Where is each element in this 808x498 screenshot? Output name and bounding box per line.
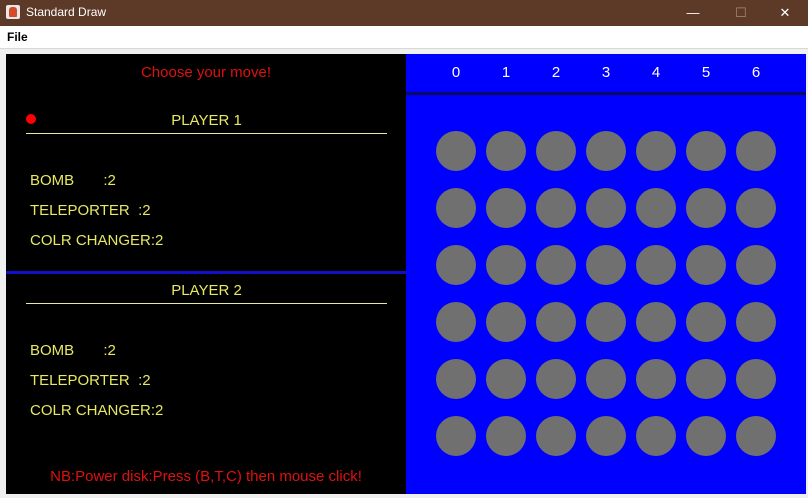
board-cell[interactable] [536, 416, 576, 456]
board-cell[interactable] [586, 131, 626, 171]
move-prompt: Choose your move! [140, 64, 272, 81]
board-cell[interactable] [536, 302, 576, 342]
player-2-color-changer: COLR CHANGER:2 [30, 402, 164, 419]
player-2-bomb: BOMB :2 [30, 342, 116, 359]
game-board[interactable]: 0 1 2 3 4 5 6 [406, 54, 806, 494]
board-cell[interactable] [536, 245, 576, 285]
column-label[interactable]: 6 [736, 64, 776, 81]
board-cell[interactable] [636, 302, 676, 342]
board-cell[interactable] [686, 245, 726, 285]
player-1-color-changer: COLR CHANGER:2 [30, 232, 164, 249]
board-cell[interactable] [486, 302, 526, 342]
board-cell[interactable] [486, 188, 526, 228]
column-label[interactable]: 2 [536, 64, 576, 81]
player-1-underline [26, 133, 387, 134]
board-cell[interactable] [586, 245, 626, 285]
board-cell[interactable] [436, 359, 476, 399]
menu-bar: File [0, 26, 808, 49]
java-app-icon [6, 5, 20, 19]
column-label[interactable]: 0 [436, 64, 476, 81]
column-label[interactable]: 1 [486, 64, 526, 81]
board-cell[interactable] [436, 245, 476, 285]
board-cell[interactable] [636, 131, 676, 171]
board-cell[interactable] [686, 416, 726, 456]
player-2-underline [26, 303, 387, 304]
column-label[interactable]: 4 [636, 64, 676, 81]
column-label[interactable]: 3 [586, 64, 626, 81]
board-cell[interactable] [486, 416, 526, 456]
board-cell[interactable] [536, 188, 576, 228]
board-cell[interactable] [536, 359, 576, 399]
window-title: Standard Draw [26, 5, 107, 19]
board-cell[interactable] [686, 188, 726, 228]
board-cell[interactable] [686, 131, 726, 171]
board-header-divider [406, 92, 806, 95]
player-separator [6, 271, 406, 274]
board-cell[interactable] [486, 131, 526, 171]
player-2-title: PLAYER 2 [171, 282, 242, 299]
close-button[interactable]: ✕ [762, 0, 808, 26]
game-canvas: Choose your move! PLAYER 1 BOMB :2 TELEP… [6, 54, 806, 494]
board-cell[interactable] [586, 188, 626, 228]
board-cell[interactable] [736, 188, 776, 228]
board-cell[interactable] [736, 416, 776, 456]
board-cell[interactable] [436, 302, 476, 342]
board-cell[interactable] [536, 131, 576, 171]
column-label[interactable]: 5 [686, 64, 726, 81]
info-panel: Choose your move! PLAYER 1 BOMB :2 TELEP… [6, 54, 406, 494]
board-cell[interactable] [436, 131, 476, 171]
minimize-button[interactable]: — [670, 0, 716, 26]
power-disk-note: NB:Power disk:Press (B,T,C) then mouse c… [50, 468, 362, 485]
board-cell[interactable] [586, 302, 626, 342]
player-1-title: PLAYER 1 [171, 112, 242, 129]
board-cell[interactable] [436, 416, 476, 456]
board-cell[interactable] [486, 245, 526, 285]
board-cell[interactable] [736, 245, 776, 285]
board-cell[interactable] [436, 188, 476, 228]
title-bar: Standard Draw — ☐ ✕ [0, 0, 808, 26]
board-cell[interactable] [636, 416, 676, 456]
board-cell[interactable] [636, 245, 676, 285]
board-cell[interactable] [686, 359, 726, 399]
menu-file[interactable]: File [7, 30, 28, 44]
player-1-bomb: BOMB :2 [30, 172, 116, 189]
player-2-teleporter: TELEPORTER :2 [30, 372, 151, 389]
board-cell[interactable] [586, 359, 626, 399]
board-cell[interactable] [736, 131, 776, 171]
board-cell[interactable] [686, 302, 726, 342]
board-cell[interactable] [636, 188, 676, 228]
maximize-button[interactable]: ☐ [718, 0, 764, 26]
board-cell[interactable] [586, 416, 626, 456]
player-1-teleporter: TELEPORTER :2 [30, 202, 151, 219]
board-cell[interactable] [736, 302, 776, 342]
board-cell[interactable] [486, 359, 526, 399]
board-cell[interactable] [736, 359, 776, 399]
board-cell[interactable] [636, 359, 676, 399]
